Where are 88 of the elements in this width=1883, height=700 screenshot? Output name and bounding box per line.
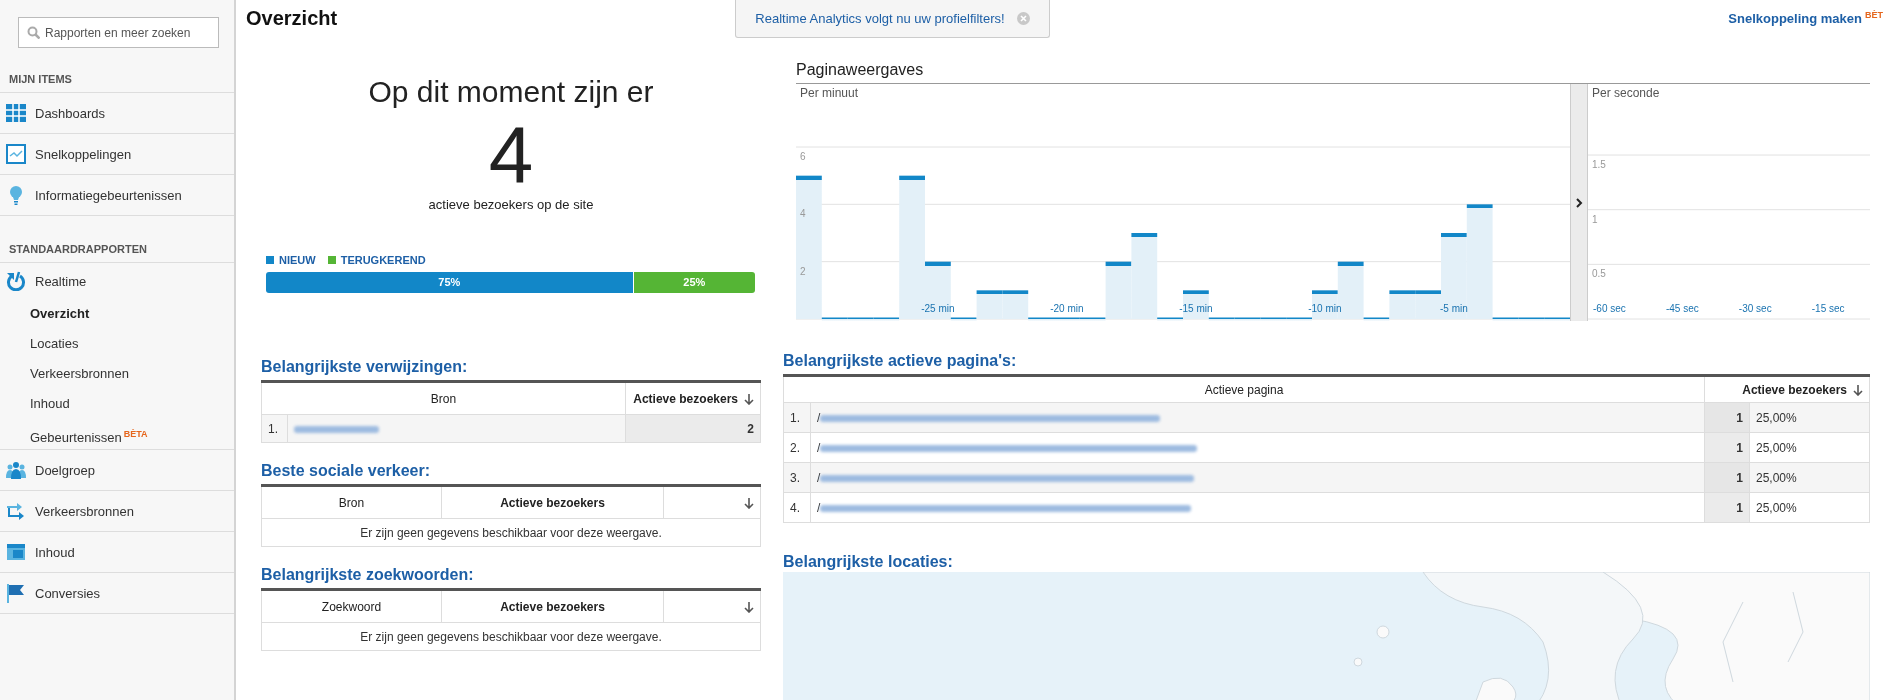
sidebar-item[interactable]: Doelgroep [0, 450, 234, 491]
table-cell: 2 [625, 414, 761, 443]
sidebar-item[interactable]: Informatiegebeurtenissen [0, 175, 234, 216]
axis-label: 2 [800, 265, 806, 277]
axis-label: 6 [800, 151, 806, 162]
empty-message: Er zijn geen gegevens beschikbaar voor deze weergave. [261, 518, 761, 547]
column-header[interactable]: Actieve bezoekers [625, 381, 761, 415]
column-header[interactable]: Bron [261, 485, 442, 519]
grid-icon [6, 103, 26, 123]
circular-arrow-icon [6, 271, 26, 291]
chevron-right-icon[interactable] [1575, 197, 1583, 208]
axis-label: 4 [800, 208, 806, 220]
section-heading: Beste sociale verkeer: [261, 461, 430, 481]
section-heading: MIJN ITEMS [0, 48, 234, 93]
chart-icon [6, 144, 26, 164]
layout-icon [6, 542, 26, 562]
sort-arrow-icon[interactable] [744, 601, 754, 613]
bar-segment: 75% [266, 272, 633, 293]
table-cell: 25,00% [1749, 492, 1870, 523]
arrows-icon [6, 501, 26, 521]
axis-label: -20 min [1050, 303, 1084, 314]
row-number: 4. [783, 492, 811, 523]
sort-arrow-icon[interactable] [744, 393, 754, 405]
page-path: / [817, 440, 821, 455]
empty-message: Er zijn geen gegevens beschikbaar voor deze weergave. [261, 622, 761, 651]
row-number: 3. [783, 462, 811, 493]
table-cell: 25,00% [1749, 462, 1870, 493]
section-heading: Belangrijkste actieve pagina's: [783, 351, 1017, 371]
sidebar-item[interactable]: Realtime [0, 263, 234, 299]
axis-label: 1.5 [1592, 159, 1606, 171]
page-path: / [817, 410, 821, 425]
table-cell: 25,00% [1749, 402, 1870, 433]
axis-label: -15 min [1179, 303, 1213, 314]
legend-label: NIEUW [279, 253, 316, 267]
section-heading: STANDAARDRAPPORTEN [0, 216, 234, 263]
flag-icon [6, 583, 26, 603]
table-cell: 25,00% [1749, 432, 1870, 463]
sidebar-subitem[interactable]: Inhoud [0, 389, 234, 419]
column-header[interactable]: Actieve bezoekers [441, 589, 664, 623]
panel-label: Per seconde [1592, 85, 1660, 102]
beta-label: BÈT [1865, 10, 1883, 20]
axis-label: -15 sec [1811, 303, 1845, 314]
sort-arrow-icon[interactable] [1853, 384, 1863, 396]
axis-label: 0.5 [1592, 268, 1606, 280]
shortcut-link[interactable]: Snelkoppeling maken $^{BÈT}$ [1728, 10, 1883, 26]
section-heading: Belangrijkste zoekwoorden: [261, 565, 474, 585]
axis-label: -30 sec [1738, 303, 1772, 314]
column-header[interactable]: Actieve pagina [783, 375, 1705, 403]
search-field[interactable]: Rapporten en meer zoeken [18, 17, 219, 48]
search-icon [27, 26, 40, 39]
caption: actieve bezoekers op de site [428, 197, 594, 213]
axis-label: 1 [1592, 213, 1598, 225]
axis-label: -5 min [1440, 303, 1468, 314]
axis-label: -25 min [921, 303, 955, 314]
page-path: / [817, 470, 821, 485]
row-number: 1. [261, 414, 288, 443]
sidebar-subitem[interactable]: Verkeersbronnen [0, 359, 234, 389]
section-heading: Belangrijkste locaties: [783, 552, 953, 572]
beta-label: BÈTA [123, 429, 148, 439]
sidebar-subitem[interactable]: Overzicht [0, 299, 234, 329]
row-number: 2. [783, 432, 811, 463]
notification-text: Realtime Analytics volgt nu uw profielfilters! [755, 11, 1005, 26]
visitor-count: 4 [488, 115, 534, 195]
axis-label: -45 sec [1665, 303, 1699, 314]
sort-arrow-icon[interactable] [744, 497, 754, 509]
sidebar-item[interactable]: Snelkoppelingen [0, 134, 234, 175]
section-heading: Belangrijkste verwijzingen: [261, 357, 468, 377]
axis-label: -60 sec [1593, 303, 1626, 314]
page-path: / [817, 500, 821, 515]
column-header[interactable]: Actieve bezoekers [1704, 375, 1870, 403]
chart-title: Paginaweergaves [796, 61, 924, 78]
bar-segment: 25% [632, 272, 755, 293]
page-title: Overzicht [246, 6, 338, 30]
legend-label: TERUGKEREND [340, 253, 426, 267]
column-header[interactable]: Bron [261, 381, 626, 415]
row-number: 1. [783, 402, 811, 433]
sidebar-item[interactable]: Dashboards [0, 93, 234, 134]
sidebar-subitem[interactable]: Locaties [0, 329, 234, 359]
panel-label: Per minuut [800, 85, 859, 102]
sidebar-item[interactable]: Conversies [0, 573, 234, 614]
sidebar-item[interactable]: Verkeersbronnen [0, 491, 234, 532]
headline: Op dit moment zijn er [368, 74, 654, 110]
column-header[interactable]: Zoekwoord [261, 589, 442, 623]
sidebar-subitem[interactable]: Gebeurtenissen$^{BÈTA}$ [0, 419, 234, 449]
sidebar-item[interactable]: Inhoud [0, 532, 234, 573]
axis-label: -10 min [1308, 303, 1342, 314]
people-icon [6, 460, 26, 480]
column-header[interactable]: Actieve bezoekers [441, 485, 664, 519]
